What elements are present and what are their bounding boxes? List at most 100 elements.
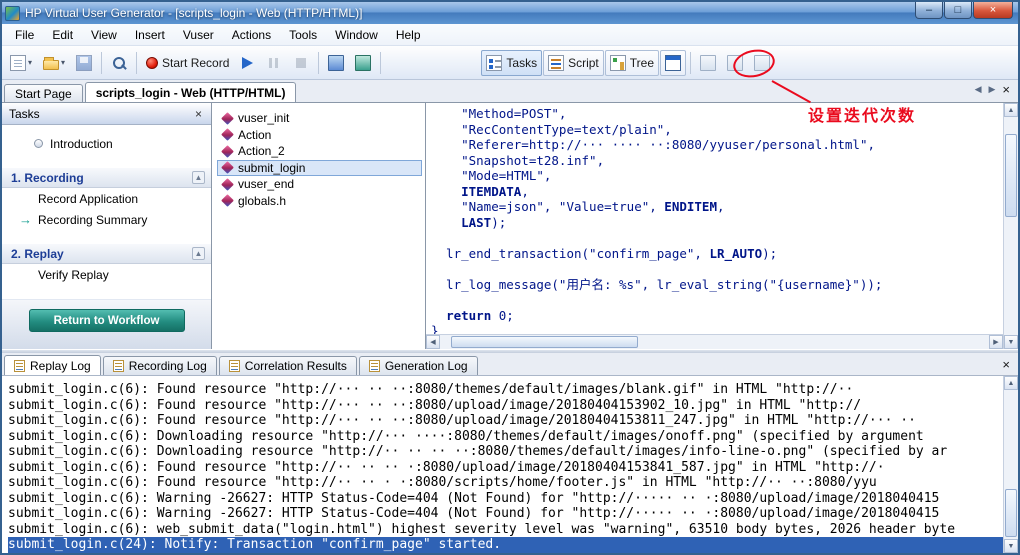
menu-item-actions[interactable]: Actions bbox=[223, 25, 280, 45]
tab-back-icon[interactable]: ◀ bbox=[975, 84, 982, 95]
tree-view-button[interactable]: Tree bbox=[604, 49, 659, 76]
tasks-item[interactable]: Verify Replay bbox=[2, 264, 211, 285]
tasks-section[interactable]: 1. Recording ▲ bbox=[2, 167, 211, 188]
scroll-down-button[interactable]: ▼ bbox=[1004, 335, 1018, 349]
log-vertical-scrollbar[interactable]: ▲ ▼ bbox=[1003, 376, 1018, 553]
pause-button[interactable] bbox=[261, 50, 287, 76]
compile-icon bbox=[328, 54, 345, 71]
code-editor[interactable]: "Method=POST", "RecContentType=text/plai… bbox=[426, 103, 1003, 334]
app-icon bbox=[5, 5, 20, 21]
code-line: ITEMDATA, bbox=[461, 183, 529, 199]
new-script-button[interactable]: ▾ bbox=[5, 50, 37, 76]
run-vuser-button[interactable] bbox=[235, 50, 260, 76]
scrollbar-thumb[interactable] bbox=[450, 336, 638, 348]
scroll-up-button[interactable]: ▲ bbox=[1004, 103, 1018, 117]
start-record-button[interactable]: Start Record bbox=[141, 50, 234, 76]
log-line[interactable]: submit_login.c(6): web_submit_data("logi… bbox=[8, 522, 1003, 538]
dropdown-arrow-icon[interactable]: ▾ bbox=[61, 58, 65, 67]
minimize-button[interactable]: – bbox=[915, 2, 943, 19]
application-window: HP Virtual User Generator - [scripts_log… bbox=[0, 0, 1020, 555]
file-item[interactable]: vuser_init bbox=[217, 110, 422, 127]
tasks-item[interactable]: → Recording Summary bbox=[2, 209, 211, 230]
log-tab[interactable]: Generation Log bbox=[358, 356, 478, 375]
log-line[interactable]: submit_login.c(6): Found resource "http:… bbox=[8, 475, 1003, 491]
edit-settings-button[interactable] bbox=[695, 50, 721, 76]
log-line[interactable]: submit_login.c(6): Warning -26627: HTTP … bbox=[8, 491, 1003, 507]
open-script-button[interactable]: ▾ bbox=[38, 50, 70, 76]
replay-log-output[interactable]: submit_login.c(6): Found resource "http:… bbox=[2, 376, 1003, 553]
log-line[interactable]: submit_login.c(6): Warning -26627: HTTP … bbox=[8, 506, 1003, 522]
log-line[interactable]: submit_login.c(6): Downloading resource … bbox=[8, 429, 1003, 445]
search-button[interactable] bbox=[106, 50, 132, 76]
dropdown-arrow-icon[interactable]: ▾ bbox=[28, 58, 32, 67]
document-tab[interactable]: Start Page bbox=[4, 84, 83, 102]
file-item[interactable]: globals.h bbox=[217, 193, 422, 210]
editor-vertical-scrollbar[interactable]: ▲ ▼ bbox=[1003, 103, 1018, 349]
log-line[interactable]: submit_login.c(6): Downloading resource … bbox=[8, 444, 1003, 460]
log-line[interactable]: submit_login.c(6): Found resource "http:… bbox=[8, 413, 1003, 429]
show-results-button[interactable] bbox=[350, 50, 376, 76]
output-window-button[interactable] bbox=[660, 49, 686, 76]
menu-item-tools[interactable]: Tools bbox=[280, 25, 326, 45]
scrollbar-thumb[interactable] bbox=[1005, 134, 1017, 218]
tasks-close-button[interactable]: × bbox=[193, 107, 204, 121]
scroll-down-button[interactable]: ▼ bbox=[1004, 539, 1018, 553]
log-tab[interactable]: Recording Log bbox=[102, 356, 217, 375]
code-line: "Name=json", "Value=true", ENDITEM, bbox=[431, 199, 725, 214]
code-line: "Mode=HTML", bbox=[431, 168, 552, 183]
file-item[interactable]: vuser_end bbox=[217, 176, 422, 193]
file-item[interactable]: submit_login bbox=[217, 159, 422, 176]
title-bar[interactable]: HP Virtual User Generator - [scripts_log… bbox=[2, 2, 1018, 24]
script-view-button[interactable]: Script bbox=[543, 49, 604, 76]
scrollbar-thumb[interactable] bbox=[1005, 489, 1017, 537]
toolbar-separator bbox=[380, 51, 382, 74]
log-line[interactable]: submit_login.c(6): Found resource "http:… bbox=[8, 398, 1003, 414]
log-line[interactable]: submit_login.c(24): Notify: Transaction … bbox=[8, 537, 1003, 553]
tasks-section[interactable]: 2. Replay ▲ bbox=[2, 243, 211, 264]
log-tab-label: Correlation Results bbox=[244, 359, 347, 373]
scrollbar-track[interactable] bbox=[1004, 390, 1018, 539]
collapse-icon[interactable]: ▲ bbox=[192, 171, 205, 184]
editor-horizontal-scrollbar[interactable]: ◀ ▶ bbox=[426, 334, 1003, 349]
log-tab[interactable]: Replay Log bbox=[4, 355, 101, 375]
toolbar: ▾ ▾ Start Record Tasks Script Tree bbox=[2, 46, 1018, 80]
menu-item-vuser[interactable]: Vuser bbox=[174, 25, 223, 45]
scroll-right-button[interactable]: ▶ bbox=[989, 335, 1003, 349]
tasks-item[interactable]: Introduction bbox=[2, 133, 211, 154]
collapse-icon[interactable]: ▲ bbox=[192, 247, 205, 260]
menu-item-help[interactable]: Help bbox=[387, 25, 430, 45]
tasks-panel: Tasks × Introduction 1. Recording ▲ Record … bbox=[2, 103, 212, 349]
scrollbar-track[interactable] bbox=[440, 335, 989, 349]
tree-view-label: Tree bbox=[629, 55, 654, 70]
close-button[interactable]: × bbox=[973, 2, 1013, 19]
document-tab[interactable]: scripts_login - Web (HTTP/HTML) bbox=[84, 82, 297, 102]
maximize-button[interactable]: □ bbox=[944, 2, 972, 19]
close-document-icon[interactable]: × bbox=[1002, 82, 1010, 97]
log-tab[interactable]: Correlation Results bbox=[218, 356, 357, 375]
menu-item-edit[interactable]: Edit bbox=[43, 25, 82, 45]
tasks-item[interactable]: Record Application bbox=[2, 188, 211, 209]
return-to-workflow-button[interactable]: Return to Workflow bbox=[28, 309, 185, 332]
compile-button[interactable] bbox=[323, 50, 349, 76]
log-close-button[interactable]: × bbox=[998, 357, 1014, 375]
action-file-icon bbox=[221, 177, 234, 191]
main-area: Tasks × Introduction 1. Recording ▲ Record … bbox=[2, 103, 1018, 349]
log-line[interactable]: submit_login.c(6): Found resource "http:… bbox=[8, 460, 1003, 476]
menu-item-insert[interactable]: Insert bbox=[126, 25, 174, 45]
menu-item-file[interactable]: File bbox=[6, 25, 43, 45]
log-line[interactable]: submit_login.c(6): Found resource "http:… bbox=[8, 382, 1003, 398]
file-item[interactable]: Action_2 bbox=[217, 143, 422, 160]
file-item[interactable]: Action bbox=[217, 127, 422, 144]
new-script-icon bbox=[10, 54, 26, 71]
scroll-up-button[interactable]: ▲ bbox=[1004, 376, 1018, 390]
menu-item-view[interactable]: View bbox=[82, 25, 126, 45]
stop-button[interactable] bbox=[288, 50, 314, 76]
menu-item-window[interactable]: Window bbox=[326, 25, 387, 45]
tab-forward-icon[interactable]: ▶ bbox=[988, 84, 995, 95]
tasks-view-button[interactable]: Tasks bbox=[481, 49, 543, 76]
save-button[interactable] bbox=[71, 50, 97, 76]
scroll-left-button[interactable]: ◀ bbox=[426, 335, 440, 349]
code-line: LAST); bbox=[461, 214, 507, 230]
scrollbar-track[interactable] bbox=[1004, 117, 1018, 335]
